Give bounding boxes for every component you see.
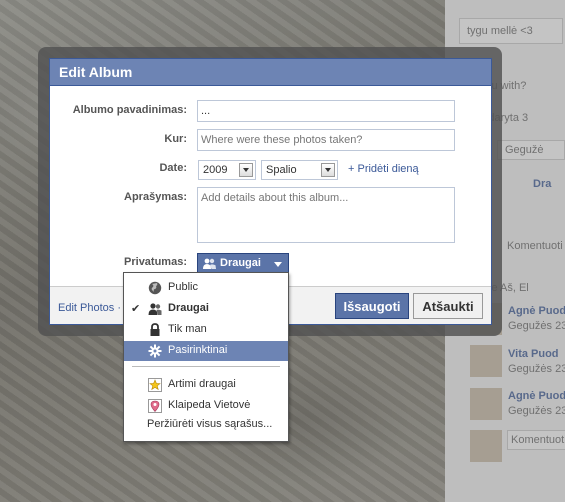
year-value: 2009 [203,164,228,176]
menu-item-label: Klaipeda Vietovė [168,399,251,411]
menu-item-label: Public [168,281,198,293]
lock-icon [150,323,160,336]
edit-photos-link[interactable]: Edit Photos · E [58,302,131,314]
date-select-text: Gegužė [505,144,544,156]
description-textarea[interactable] [197,187,455,243]
menu-item-custom[interactable]: Pasirinktinai [124,341,288,361]
month-select[interactable]: Spalio [261,160,338,180]
privacy-menu: Public ✔ Draugai Tik man Pasirinktinai A… [123,272,289,442]
friends-icon [203,258,216,269]
see-all-lists-link[interactable]: Peržiūrėti visus sąrašus... [124,418,288,430]
avatar [470,430,502,462]
menu-item-close-friends[interactable]: Artimi draugai [124,375,288,395]
avatar [470,388,502,420]
menu-item-friends[interactable]: ✔ Draugai [124,299,288,319]
menu-item-label: Draugai [168,302,209,314]
comment-date: Gegužės 23 [508,363,565,375]
status-text: tygu mellė <3 [467,25,533,37]
save-button[interactable]: Išsaugoti [335,293,409,319]
comment-link: Komentuoti [511,434,565,446]
where-input[interactable] [197,129,455,151]
location-pin-icon [148,399,162,413]
menu-item-only-me[interactable]: Tik man [124,320,288,340]
menu-item-location-list[interactable]: Klaipeda Vietovė [124,396,288,416]
where-label: Kur: [164,133,187,145]
date-label: Date: [159,162,187,174]
chevron-down-icon [239,163,253,177]
comment-date: Gegužės 23 [508,405,565,417]
comment-date: Gegužės 23 [508,320,565,332]
comment-author: Agnė Puod [508,305,565,317]
year-select[interactable]: 2009 [198,160,256,180]
dialog-title: Edit Album [50,59,491,86]
menu-item-public[interactable]: Public [124,278,288,298]
menu-divider [132,366,280,367]
caret-down-icon [274,262,282,267]
album-name-input[interactable] [197,100,455,122]
album-name-label: Albumo pavadinimas: [72,104,187,116]
chevron-down-icon [321,163,335,177]
comment-author: Agnė Puod [508,390,565,402]
friends-label: Dra [533,178,552,190]
avatar [470,345,502,377]
comment-link: Komentuoti [507,240,563,252]
comment-author: Vita Puod [508,348,559,360]
globe-icon [148,281,162,295]
star-icon [148,378,162,392]
checkmark-icon: ✔ [131,303,141,315]
privacy-value: Draugai [220,257,261,269]
privacy-dropdown-button[interactable]: Draugai [197,253,289,274]
menu-item-label: Pasirinktinai [168,344,228,356]
add-day-link[interactable]: + Pridėti dieną [348,163,419,175]
gear-icon [148,344,162,358]
privacy-label: Privatumas: [124,256,187,268]
month-value: Spalio [266,164,297,176]
cancel-button[interactable]: Atšaukti [413,293,483,319]
friends-icon [148,303,162,315]
menu-item-label: Tik man [168,323,207,335]
description-label: Aprašymas: [124,191,187,203]
menu-item-label: Artimi draugai [168,378,236,390]
